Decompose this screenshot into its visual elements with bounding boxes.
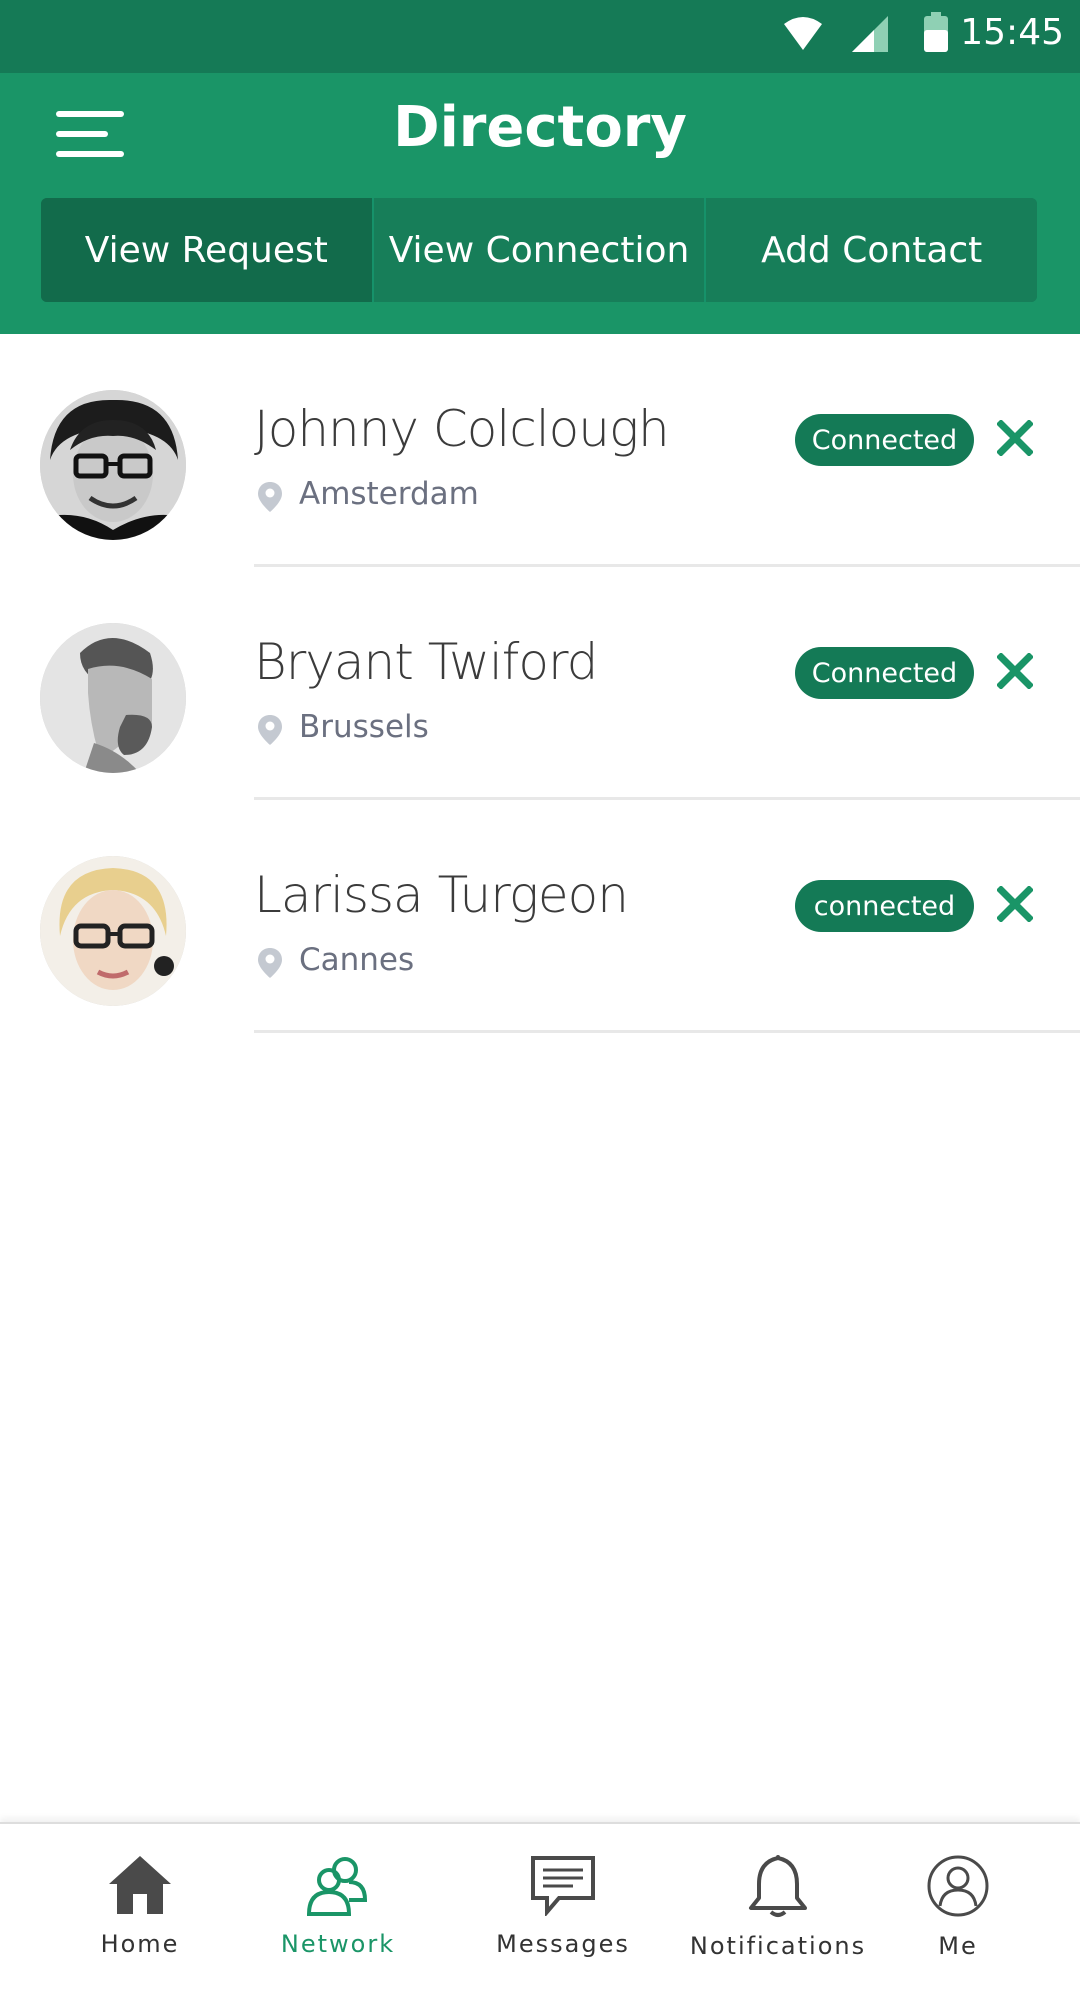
contact-list: Johnny Colclough Amsterdam Connected Bry… (0, 334, 1080, 1033)
status-time: 15:45 (960, 12, 1064, 53)
location-pin-icon (258, 482, 282, 512)
location-pin-icon (258, 715, 282, 745)
profile-icon (927, 1855, 989, 1917)
bell-icon (749, 1855, 807, 1917)
home-icon (109, 1856, 171, 1914)
contact-city: Amsterdam (299, 476, 479, 512)
nav-item-home[interactable]: Home (70, 1824, 210, 2002)
nav-item-messages[interactable]: Messages (493, 1824, 633, 2002)
avatar (40, 623, 186, 773)
status-badge: Connected (795, 414, 974, 466)
nav-label-network: Network (280, 1930, 396, 1958)
location-pin-icon (258, 948, 282, 978)
contact-name: Johnny Colclough (254, 400, 670, 458)
battery-icon (924, 12, 948, 52)
tab-add-contact[interactable]: Add Contact (704, 198, 1037, 302)
contact-name: Bryant Twiford (254, 633, 598, 691)
network-icon (306, 1857, 368, 1916)
status-bar: 15:45 (0, 0, 1080, 73)
status-badge: connected (795, 880, 974, 932)
contact-city: Cannes (299, 942, 415, 978)
app-bar: Directory View Request View Connection A… (0, 73, 1080, 334)
list-item[interactable]: Bryant Twiford Brussels Connected (0, 567, 1080, 800)
wifi-icon (784, 17, 822, 50)
contact-city: Brussels (299, 709, 429, 745)
list-item[interactable]: Johnny Colclough Amsterdam Connected (0, 334, 1080, 567)
signal-icon (852, 16, 888, 52)
avatar (40, 856, 186, 1006)
nav-item-me[interactable]: Me (908, 1824, 1008, 2002)
tab-view-request[interactable]: View Request (41, 198, 372, 302)
avatar (40, 390, 186, 540)
page-title: Directory (393, 95, 687, 160)
messages-icon (531, 1856, 595, 1916)
nav-label-home: Home (100, 1930, 180, 1958)
nav-label-me: Me (938, 1932, 978, 1960)
nav-item-network[interactable]: Network (268, 1824, 408, 2002)
close-icon[interactable] (997, 420, 1033, 456)
nav-item-notifications[interactable]: Notifications (683, 1824, 873, 2002)
close-icon[interactable] (997, 886, 1033, 922)
bottom-nav: Home Network Messages Notifications Me (0, 1822, 1080, 2002)
nav-label-messages: Messages (496, 1930, 630, 1958)
tab-view-connection[interactable]: View Connection (371, 198, 705, 302)
contact-name: Larissa Turgeon (254, 866, 629, 924)
status-badge: Connected (795, 647, 974, 699)
tab-bar: View Request View Connection Add Contact (41, 198, 1037, 302)
nav-label-notifications: Notifications (689, 1932, 867, 1960)
row-divider (254, 1030, 1080, 1033)
close-icon[interactable] (997, 653, 1033, 689)
list-item[interactable]: Larissa Turgeon Cannes connected (0, 800, 1080, 1033)
